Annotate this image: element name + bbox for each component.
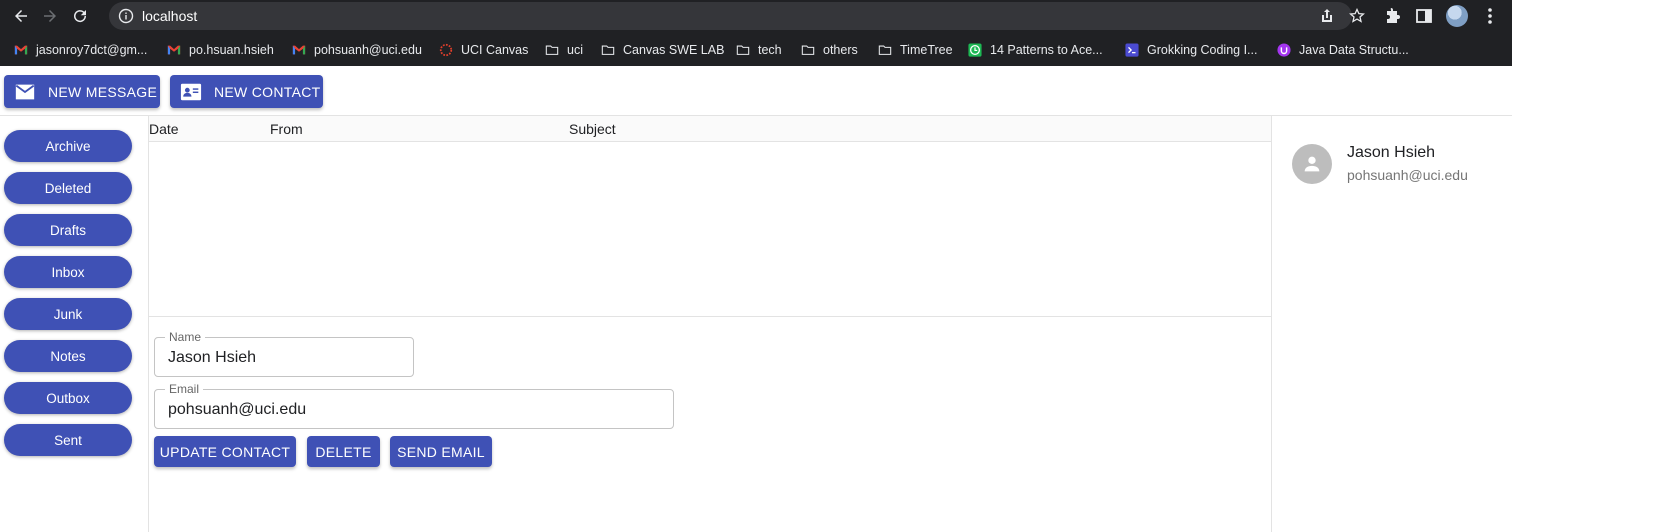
new-message-label: NEW MESSAGE bbox=[48, 83, 158, 100]
profile-avatar[interactable] bbox=[1446, 5, 1468, 27]
clock-icon bbox=[968, 43, 982, 57]
browser-chrome: localhost jasonroy7dct@gm... po.hsuan.hs… bbox=[0, 0, 1512, 66]
folder-deleted-button[interactable]: Deleted bbox=[4, 172, 132, 204]
person-avatar-icon bbox=[1292, 144, 1332, 184]
bookmark-label: jasonroy7dct@gm... bbox=[36, 43, 148, 57]
contact-name: Jason Hsieh bbox=[1347, 144, 1436, 161]
bookmark-label: uci bbox=[567, 43, 583, 57]
folder-drafts-button[interactable]: Drafts bbox=[4, 214, 132, 246]
column-header-date[interactable]: Date bbox=[149, 121, 179, 137]
folder-icon bbox=[878, 45, 892, 55]
bookmark-label: Java Data Structu... bbox=[1299, 43, 1409, 57]
contacts-panel: Jason Hsieh pohsuanh@uci.edu bbox=[1271, 116, 1512, 532]
contact-card-icon bbox=[180, 83, 202, 100]
bookmark-label: 14 Patterns to Ace... bbox=[990, 43, 1103, 57]
back-arrow-icon[interactable] bbox=[9, 4, 33, 28]
new-message-button[interactable]: NEW MESSAGE bbox=[4, 75, 160, 108]
bookmark-item[interactable]: pohsuanh@uci.edu bbox=[292, 38, 422, 62]
bookmark-item[interactable]: Grokking Coding I... bbox=[1125, 38, 1257, 62]
bookmark-item[interactable]: tech bbox=[736, 38, 782, 62]
extensions-puzzle-icon[interactable] bbox=[1383, 6, 1403, 26]
reload-icon[interactable] bbox=[68, 4, 92, 28]
column-header-subject[interactable]: Subject bbox=[569, 121, 616, 137]
bookmark-item[interactable]: uci bbox=[545, 38, 583, 62]
name-field-label: Name bbox=[165, 330, 206, 344]
contact-editor: Name Jason Hsieh Email pohsuanh@uci.edu … bbox=[149, 317, 1271, 532]
bookmark-label: pohsuanh@uci.edu bbox=[314, 43, 422, 57]
folder-icon bbox=[736, 45, 750, 55]
folder-notes-button[interactable]: Notes bbox=[4, 340, 132, 372]
gmail-icon bbox=[167, 45, 181, 55]
page-margin bbox=[1512, 0, 1677, 532]
app-toolbar: NEW MESSAGE NEW CONTACT bbox=[0, 66, 1512, 116]
folder-icon bbox=[801, 45, 815, 55]
folder-sidebar: Archive Deleted Drafts Inbox Junk Notes … bbox=[0, 116, 149, 532]
terminal-icon bbox=[1125, 43, 1139, 57]
side-panel-icon[interactable] bbox=[1414, 6, 1434, 26]
canvas-icon bbox=[439, 43, 453, 57]
email-field[interactable]: Email pohsuanh@uci.edu bbox=[154, 382, 674, 429]
bookmark-item[interactable]: 14 Patterns to Ace... bbox=[968, 38, 1103, 62]
folder-inbox-button[interactable]: Inbox bbox=[4, 256, 132, 288]
more-menu-icon[interactable] bbox=[1480, 6, 1500, 26]
folder-icon bbox=[545, 45, 559, 55]
bookmark-item[interactable]: UCI Canvas bbox=[439, 38, 528, 62]
folder-archive-button[interactable]: Archive bbox=[4, 130, 132, 162]
message-list-header: Date From Subject bbox=[149, 116, 1271, 142]
bookmark-label: UCI Canvas bbox=[461, 43, 529, 57]
bookmark-label: TimeTree bbox=[900, 43, 953, 57]
site-info-icon[interactable] bbox=[118, 8, 134, 24]
bookmark-star-icon[interactable] bbox=[1349, 8, 1365, 24]
bookmark-label: Grokking Coding I... bbox=[1147, 43, 1258, 57]
contact-email: pohsuanh@uci.edu bbox=[1347, 167, 1468, 183]
message-list: Date From Subject bbox=[149, 116, 1271, 317]
bookmark-label: others bbox=[823, 43, 858, 57]
udemy-icon bbox=[1277, 43, 1291, 57]
folder-outbox-button[interactable]: Outbox bbox=[4, 382, 132, 414]
bookmark-item[interactable]: TimeTree bbox=[878, 38, 953, 62]
folder-sent-button[interactable]: Sent bbox=[4, 424, 132, 456]
name-field-value[interactable]: Jason Hsieh bbox=[168, 349, 256, 367]
url-text: localhost bbox=[142, 8, 198, 24]
share-icon[interactable] bbox=[1319, 8, 1335, 24]
forward-arrow-icon[interactable] bbox=[38, 4, 62, 28]
email-field-label: Email bbox=[165, 382, 204, 396]
gmail-icon bbox=[14, 45, 28, 55]
bookmark-label: Canvas SWE LAB bbox=[623, 43, 725, 57]
bookmarks-bar: jasonroy7dct@gm... po.hsuan.hsieh pohsua… bbox=[0, 38, 1512, 62]
name-field[interactable]: Name Jason Hsieh bbox=[154, 330, 414, 377]
folder-icon bbox=[601, 45, 615, 55]
mail-app: NEW MESSAGE NEW CONTACT Archive Deleted … bbox=[0, 66, 1512, 532]
bookmark-label: po.hsuan.hsieh bbox=[189, 43, 274, 57]
delete-button[interactable]: DELETE bbox=[307, 436, 380, 467]
bookmark-item[interactable]: jasonroy7dct@gm... bbox=[14, 38, 147, 62]
envelope-icon bbox=[15, 84, 35, 99]
bookmark-label: tech bbox=[758, 43, 782, 57]
column-header-from[interactable]: From bbox=[270, 121, 303, 137]
new-contact-label: NEW CONTACT bbox=[214, 83, 321, 100]
folder-junk-button[interactable]: Junk bbox=[4, 298, 132, 330]
bookmark-item[interactable]: Java Data Structu... bbox=[1277, 38, 1409, 62]
address-bar[interactable]: localhost bbox=[109, 2, 1365, 30]
email-field-value[interactable]: pohsuanh@uci.edu bbox=[168, 401, 306, 419]
new-contact-button[interactable]: NEW CONTACT bbox=[170, 75, 323, 108]
bookmark-item[interactable]: others bbox=[801, 38, 858, 62]
browser-toolbar: localhost bbox=[0, 0, 1512, 32]
update-contact-button[interactable]: UPDATE CONTACT bbox=[154, 436, 296, 467]
bookmark-item[interactable]: po.hsuan.hsieh bbox=[167, 38, 274, 62]
send-email-button[interactable]: SEND EMAIL bbox=[390, 436, 492, 467]
bookmark-item[interactable]: Canvas SWE LAB bbox=[601, 38, 724, 62]
gmail-icon bbox=[292, 45, 306, 55]
